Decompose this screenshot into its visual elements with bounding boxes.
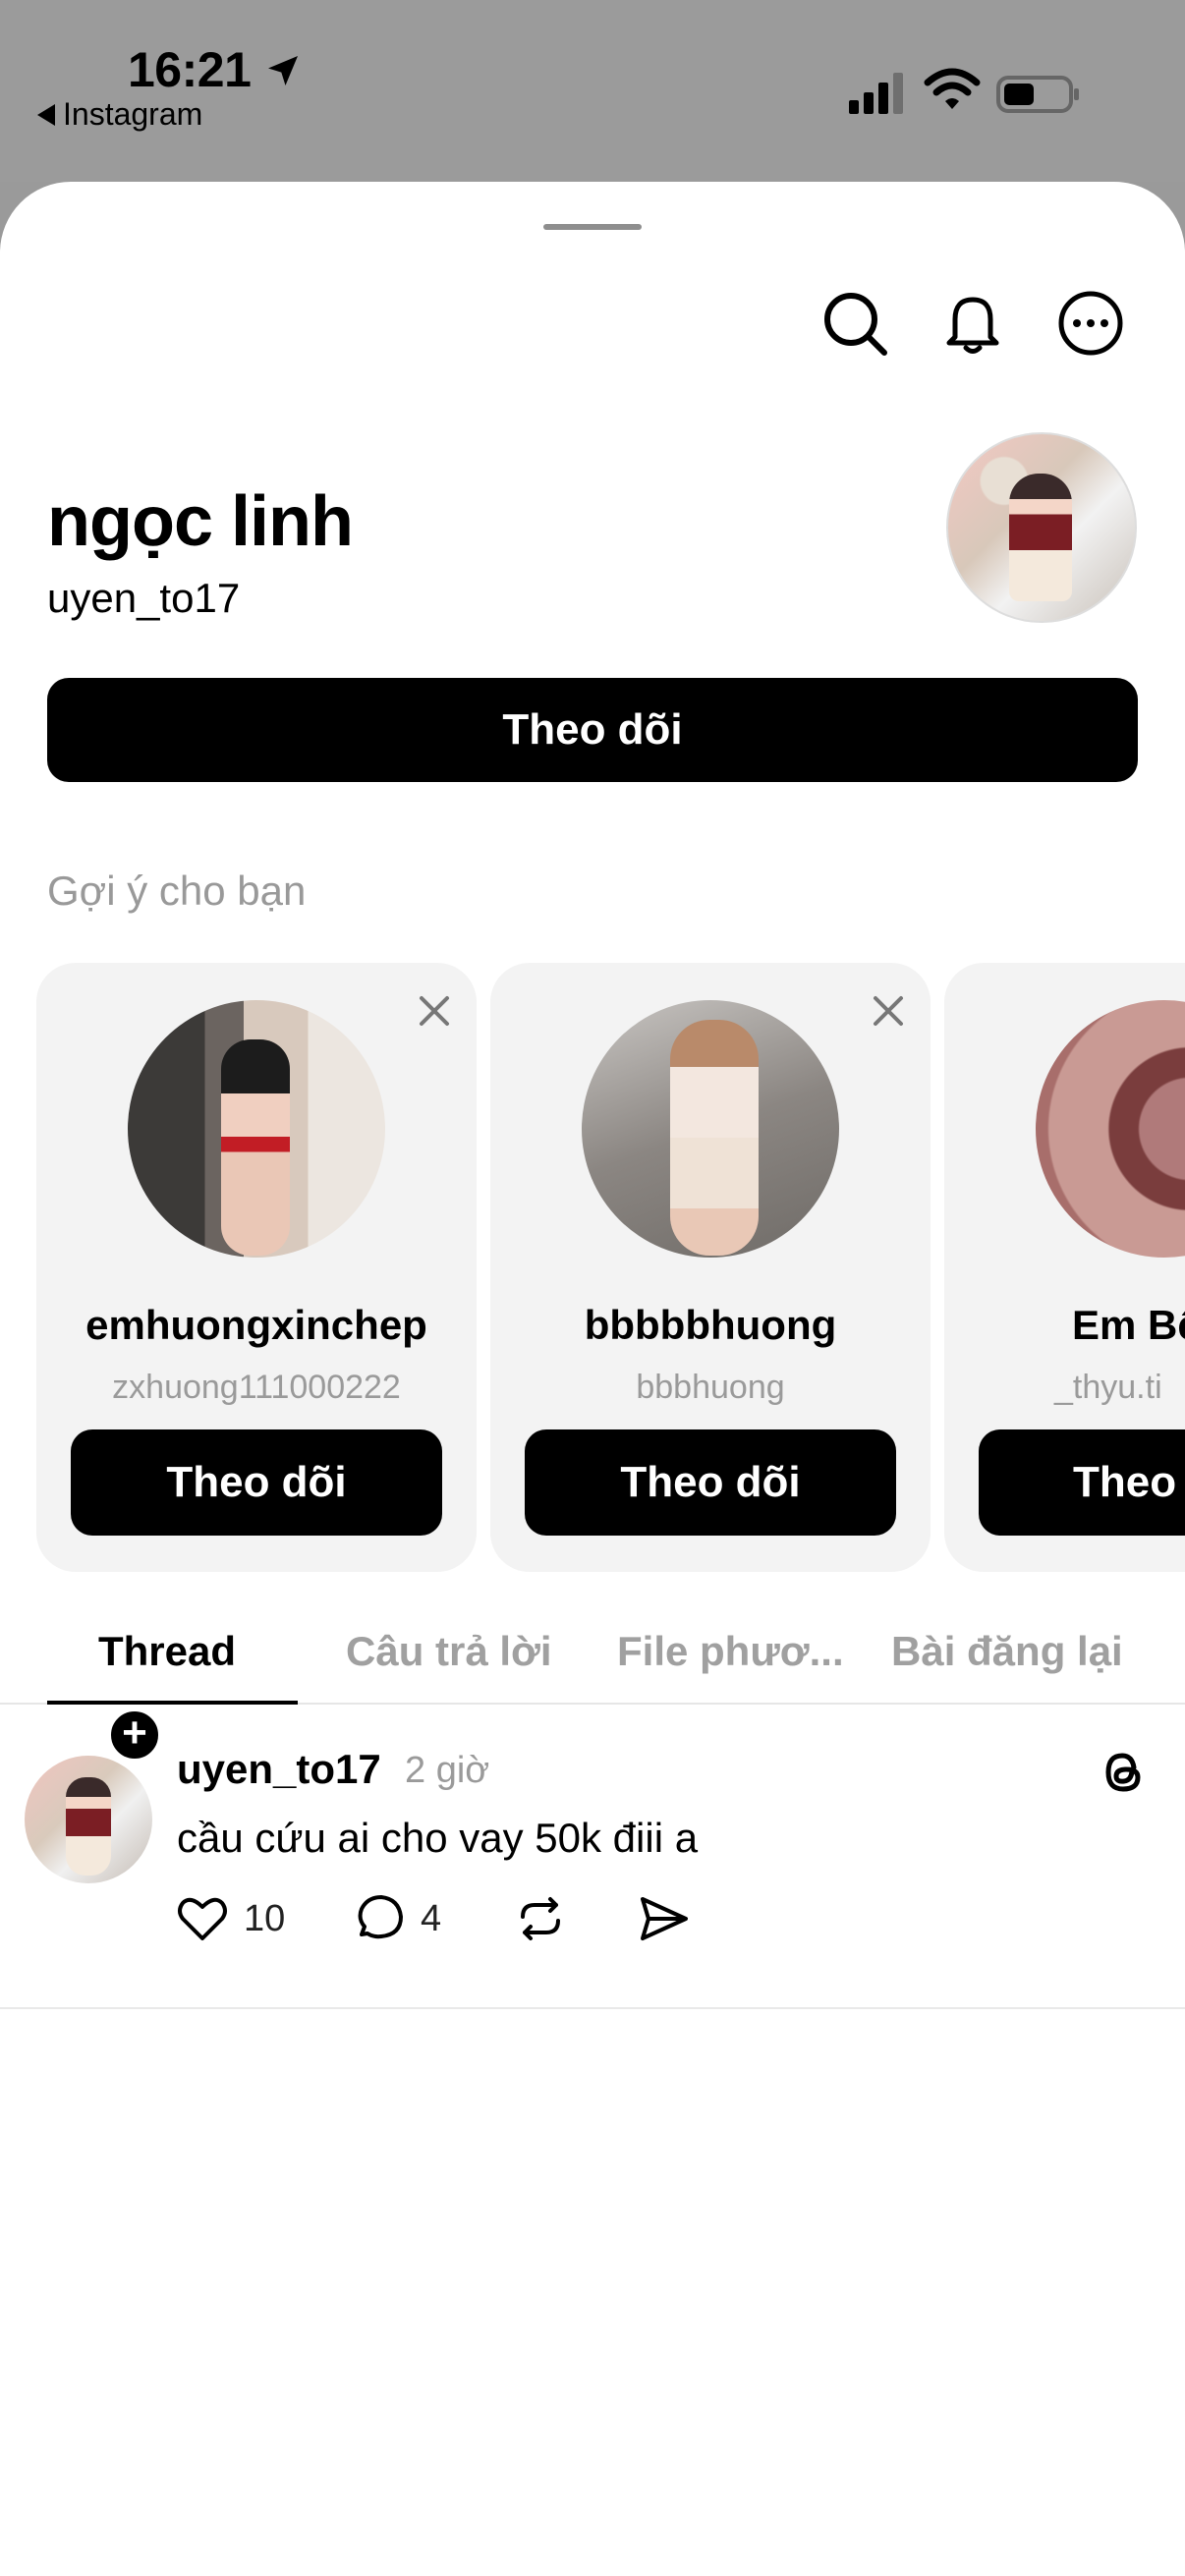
more-options-button[interactable] — [1055, 288, 1126, 359]
post-avatar[interactable] — [25, 1756, 152, 1883]
suggestion-handle: bbbhuong — [636, 1369, 785, 1406]
more-icon — [1058, 291, 1123, 356]
suggestion-follow-button[interactable]: Theo — [979, 1429, 1185, 1536]
back-app-label: Instagram — [63, 96, 203, 132]
heart-icon — [178, 1897, 227, 1940]
profile-avatar[interactable] — [946, 432, 1137, 623]
profile-handle: uyen_to17 — [47, 575, 241, 621]
suggestion-name: emhuongxinchep — [85, 1302, 427, 1348]
battery-icon — [996, 76, 1079, 113]
notifications-button[interactable] — [937, 288, 1008, 359]
like-button[interactable]: 10 — [175, 1891, 285, 1946]
repost-icon — [521, 1897, 560, 1940]
suggestion-handle: _thyu.ti — [1054, 1369, 1162, 1406]
suggestion-handle: zxhuong111000222 — [112, 1369, 401, 1406]
profile-sheet: ngọc linh uyen_to17 Theo dõi Gợi ý cho b… — [0, 182, 1185, 2576]
status-time: 16:21 — [128, 42, 252, 97]
post-timestamp: 2 giờ — [405, 1750, 490, 1791]
follow-plus-badge[interactable]: + — [106, 1707, 163, 1764]
repost-button[interactable] — [513, 1891, 568, 1946]
wifi-icon — [924, 68, 981, 109]
bell-icon — [946, 297, 999, 354]
comment-icon — [358, 1895, 403, 1939]
comment-count: 4 — [421, 1897, 442, 1939]
location-arrow-icon — [268, 56, 298, 85]
search-icon — [824, 293, 887, 356]
suggestion-avatar[interactable] — [1036, 1000, 1185, 1258]
comment-button[interactable]: 4 — [352, 1891, 441, 1946]
thread-post[interactable]: uyen_to17 2 giờ cầu cứu ai cho vay 50k đ… — [0, 1707, 1185, 2009]
threads-logo-icon — [1105, 1753, 1141, 1792]
suggestion-name: bbbbbhuong — [584, 1302, 837, 1348]
suggestion-avatar[interactable] — [582, 1000, 839, 1258]
close-icon[interactable] — [870, 992, 907, 1030]
back-to-app-link[interactable]: Instagram — [37, 96, 202, 133]
suggestion-card[interactable]: bbbbbhuong bbbhuong Theo dõi — [490, 963, 931, 1572]
share-button[interactable] — [637, 1891, 692, 1946]
like-count: 10 — [244, 1897, 286, 1939]
profile-tabs: Thread Câu trả lời File phươ... Bài đăng… — [0, 1616, 1185, 1705]
suggestion-card[interactable]: Em Bê _thyu.ti Theo — [944, 963, 1185, 1572]
sheet-grabber[interactable] — [543, 224, 642, 230]
suggestion-follow-button[interactable]: Theo dõi — [71, 1429, 442, 1536]
suggestions-title: Gợi ý cho bạn — [47, 868, 307, 914]
send-icon — [641, 1897, 688, 1940]
tab-replies[interactable]: Câu trả lời — [346, 1628, 552, 1675]
suggestion-avatar[interactable] — [128, 1000, 385, 1258]
back-triangle-icon — [37, 103, 55, 126]
post-username[interactable]: uyen_to17 — [177, 1746, 381, 1793]
cellular-signal-icon — [849, 73, 903, 114]
profile-name: ngọc linh — [47, 482, 354, 561]
suggestion-card[interactable]: emhuongxinchep zxhuong111000222 Theo dõi — [36, 963, 477, 1572]
tab-media[interactable]: File phươ... — [617, 1628, 844, 1675]
active-tab-indicator — [47, 1701, 298, 1705]
close-icon[interactable] — [416, 992, 453, 1030]
search-button[interactable] — [819, 288, 890, 359]
tab-reposts[interactable]: Bài đăng lại — [891, 1628, 1123, 1675]
suggestion-follow-button[interactable]: Theo dõi — [525, 1429, 896, 1536]
suggestion-name: Em Bê — [1072, 1302, 1185, 1348]
follow-button[interactable]: Theo dõi — [47, 678, 1138, 782]
status-bar: 16:21 Instagram — [0, 0, 1185, 182]
post-text: cầu cứu ai cho vay 50k điii a — [177, 1815, 699, 1861]
tab-threads[interactable]: Thread — [98, 1628, 236, 1675]
